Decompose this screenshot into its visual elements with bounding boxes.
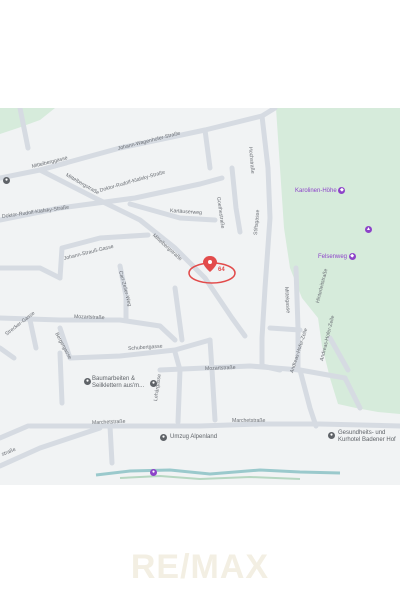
poi-label: Umzug Alpenland xyxy=(170,434,218,440)
place-icon: ● xyxy=(328,432,335,439)
poi-forest-marker[interactable]: ▲ xyxy=(365,226,372,233)
landmark-icon: ◆ xyxy=(338,187,346,194)
map[interactable]: Johann-Wagenhofer-Straße Mittelberggasse… xyxy=(0,108,400,485)
poi-label: Seilklettern aus'm... xyxy=(92,383,145,389)
poi-bottom-marker[interactable]: ● xyxy=(150,469,157,476)
place-icon: ● xyxy=(84,378,91,385)
poi-left-marker[interactable]: ● xyxy=(3,177,10,184)
place-icon: ● xyxy=(150,380,157,387)
street-label: Marchetstraße xyxy=(91,418,126,426)
remax-watermark: RE/MAX xyxy=(130,548,270,586)
poi-label: Felsenweg xyxy=(318,254,348,261)
place-icon: ● xyxy=(3,177,10,184)
poi-label: Kurhotel Badener Hof xyxy=(338,437,396,443)
poi-baumarbeiten-marker[interactable]: ● xyxy=(84,378,91,385)
marker-number: 64 xyxy=(218,267,225,273)
street-label: Mozartstraße xyxy=(73,314,105,322)
poi-label: Karolinen-Höhe xyxy=(295,188,337,195)
poi-karolinen-hoehe[interactable]: Karolinen-Höhe ◆ xyxy=(295,187,346,195)
poi-felsenweg[interactable]: Felsenweg ◆ xyxy=(318,253,356,260)
poi-label: Baumarbeiten & xyxy=(92,376,136,382)
poi-label: Gesundheits- und xyxy=(338,430,386,436)
poi-gesundheits-marker[interactable]: ● xyxy=(328,432,335,439)
park-icon: ▲ xyxy=(365,226,372,233)
street-label: Mozartstraße xyxy=(204,364,236,372)
place-icon: ● xyxy=(150,469,157,476)
place-icon: ● xyxy=(160,434,167,441)
street-label: Marchetstraße xyxy=(232,418,266,424)
poi-umzug-alpenland[interactable]: Umzug Alpenland xyxy=(170,434,217,440)
poi-umzug-marker[interactable]: ● xyxy=(160,434,167,441)
poi-gray-marker[interactable]: ● xyxy=(150,380,157,387)
landmark-icon: ◆ xyxy=(348,253,356,260)
poi-baumarbeiten[interactable]: Baumarbeiten & Seilklettern aus'm... xyxy=(92,376,144,390)
poi-gesundheits-kurhotel[interactable]: Gesundheits- und Kurhotel Badener Hof xyxy=(338,430,396,444)
map-canvas xyxy=(0,108,400,485)
